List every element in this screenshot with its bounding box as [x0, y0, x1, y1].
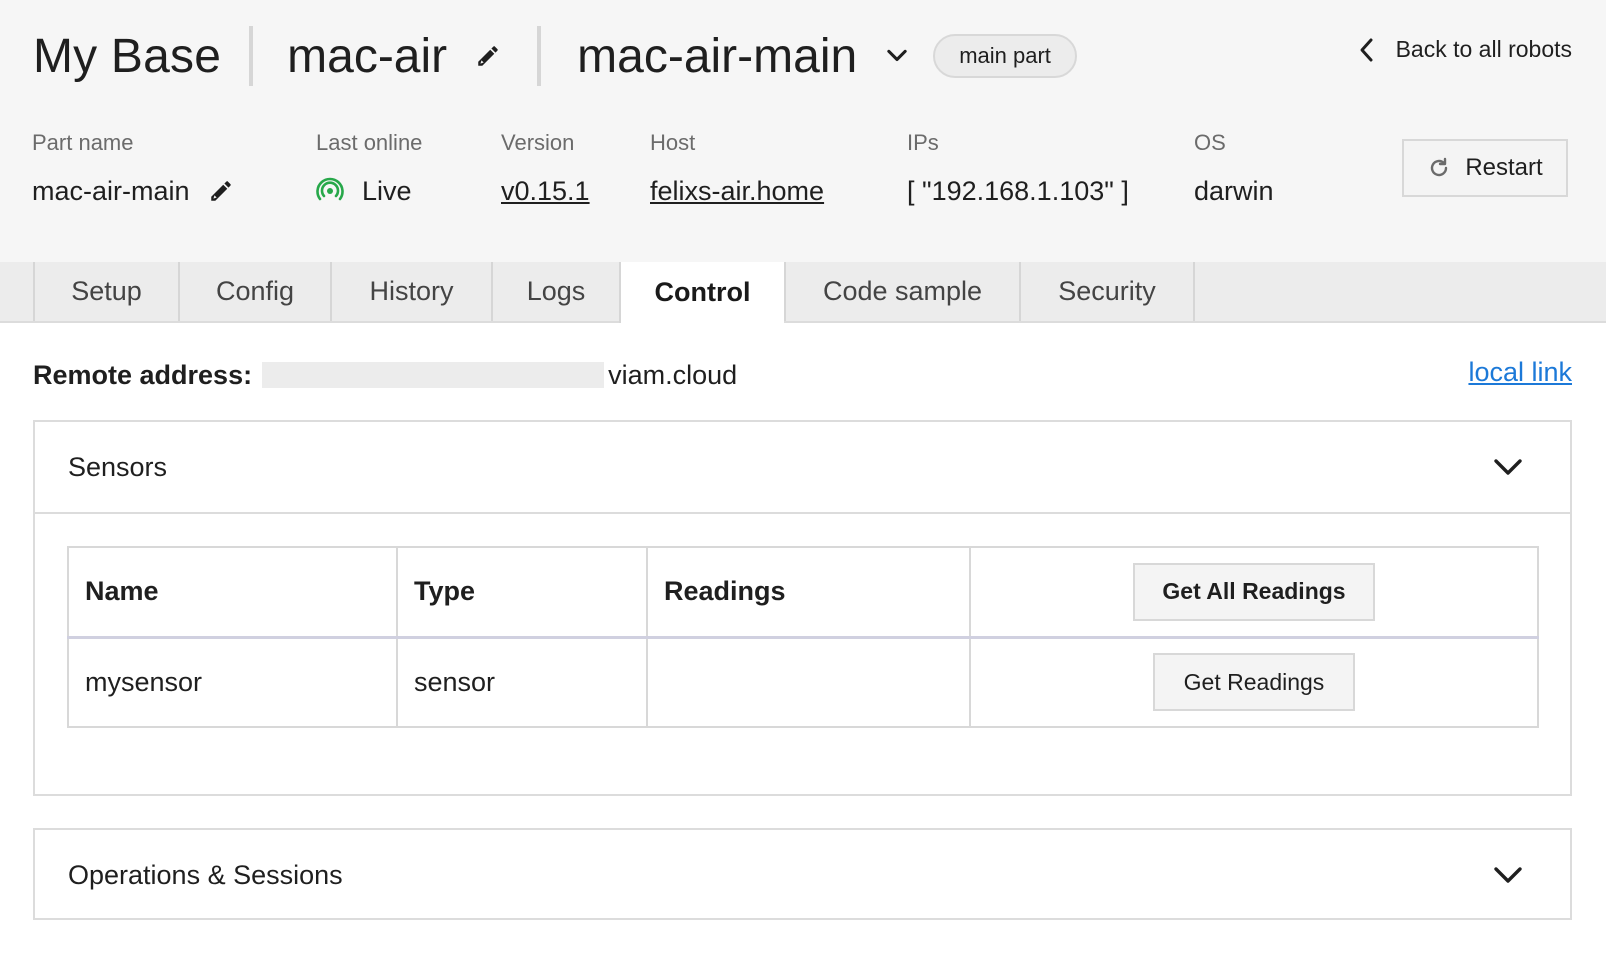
meta-value: mac-air-main — [32, 174, 234, 208]
column-header-name: Name — [67, 546, 398, 639]
pencil-icon[interactable] — [475, 43, 501, 69]
sensor-readings-cell — [646, 636, 971, 728]
tab-code-sample[interactable]: Code sample — [784, 262, 1019, 321]
tab-logs[interactable]: Logs — [491, 262, 619, 321]
restart-label: Restart — [1465, 154, 1543, 181]
meta-label: Host — [650, 130, 696, 155]
live-signal-icon — [316, 177, 344, 201]
org-name[interactable]: My Base — [33, 29, 221, 84]
refresh-icon — [1431, 157, 1448, 177]
sensors-panel: Sensors Name Type Readings Get All Readi… — [33, 420, 1572, 796]
title-row: My Base mac-air mac-air-main main part — [33, 20, 1077, 92]
ips-value: [ "192.168.1.103" ] — [907, 175, 1129, 206]
meta-label: Part name — [32, 130, 134, 155]
sensors-panel-header[interactable]: Sensors — [35, 422, 1570, 514]
remote-address-label: Remote address: — [33, 359, 253, 390]
tab-config[interactable]: Config — [178, 262, 330, 321]
chevron-down-icon[interactable] — [1492, 860, 1524, 890]
column-header-readings: Readings — [646, 546, 971, 639]
get-all-readings-button[interactable]: Get All Readings — [1133, 562, 1375, 621]
tab-setup[interactable]: Setup — [33, 262, 178, 321]
restart-button[interactable]: Restart — [1402, 139, 1568, 197]
meta-version: Version v0.15.1 — [501, 130, 590, 208]
column-header-type: Type — [396, 546, 648, 639]
sensor-action-cell: Get Readings — [969, 636, 1539, 728]
operations-panel-title: Operations & Sessions — [68, 859, 343, 890]
chevron-left-icon — [1360, 38, 1373, 61]
meta-label: OS — [1194, 130, 1226, 155]
operations-panel: Operations & Sessions — [33, 828, 1572, 920]
live-status: Live — [362, 175, 412, 206]
meta-ips: IPs [ "192.168.1.103" ] — [907, 130, 1129, 208]
tab-bar: Setup Config History Logs Control Code s… — [0, 262, 1606, 323]
title-divider — [537, 26, 542, 86]
meta-label: Last online — [316, 130, 423, 155]
part-selector-name[interactable]: mac-air-main — [577, 29, 857, 84]
table-header-row: Name Type Readings Get All Readings — [67, 546, 1539, 639]
back-to-robots-link[interactable]: Back to all robots — [1358, 36, 1572, 63]
remote-address: Remote address: viam.cloud — [33, 357, 737, 393]
chevron-down-icon[interactable] — [1492, 452, 1524, 482]
chevron-down-icon[interactable] — [883, 42, 911, 70]
table-row: mysensor sensor Get Readings — [67, 636, 1539, 728]
column-header-actions: Get All Readings — [969, 546, 1539, 639]
sensor-type-cell: sensor — [396, 636, 648, 728]
meta-host: Host felixs-air.home — [650, 130, 824, 208]
redacted-address — [262, 362, 605, 388]
meta-part-name: Part name mac-air-main — [32, 130, 234, 208]
host-link[interactable]: felixs-air.home — [650, 174, 824, 208]
meta-value: Live — [316, 174, 422, 208]
part-name-value: mac-air-main — [32, 175, 190, 206]
local-link[interactable]: local link — [1468, 357, 1572, 388]
os-value: darwin — [1194, 175, 1274, 206]
sensor-name-cell: mysensor — [67, 636, 398, 728]
sensors-panel-title: Sensors — [68, 451, 168, 482]
operations-panel-header[interactable]: Operations & Sessions — [35, 830, 1570, 920]
main-part-badge: main part — [933, 34, 1077, 78]
sensors-table: Name Type Readings Get All Readings myse… — [67, 546, 1539, 728]
pencil-icon[interactable] — [208, 178, 234, 204]
get-readings-button[interactable]: Get Readings — [1153, 653, 1355, 712]
meta-label: IPs — [907, 130, 939, 155]
remote-address-domain: viam.cloud — [608, 359, 738, 390]
tab-control[interactable]: Control — [619, 262, 784, 323]
meta-os: OS darwin — [1194, 130, 1274, 208]
robot-name: mac-air — [287, 29, 448, 83]
meta-label: Version — [501, 130, 575, 155]
meta-last-online: Last online Live — [316, 130, 422, 208]
robot-header: My Base mac-air mac-air-main main part B… — [0, 0, 1606, 263]
back-link-label: Back to all robots — [1395, 36, 1572, 62]
tab-history[interactable]: History — [330, 262, 491, 321]
title-divider — [249, 26, 254, 86]
version-link[interactable]: v0.15.1 — [501, 174, 590, 208]
tab-security[interactable]: Security — [1019, 262, 1195, 321]
